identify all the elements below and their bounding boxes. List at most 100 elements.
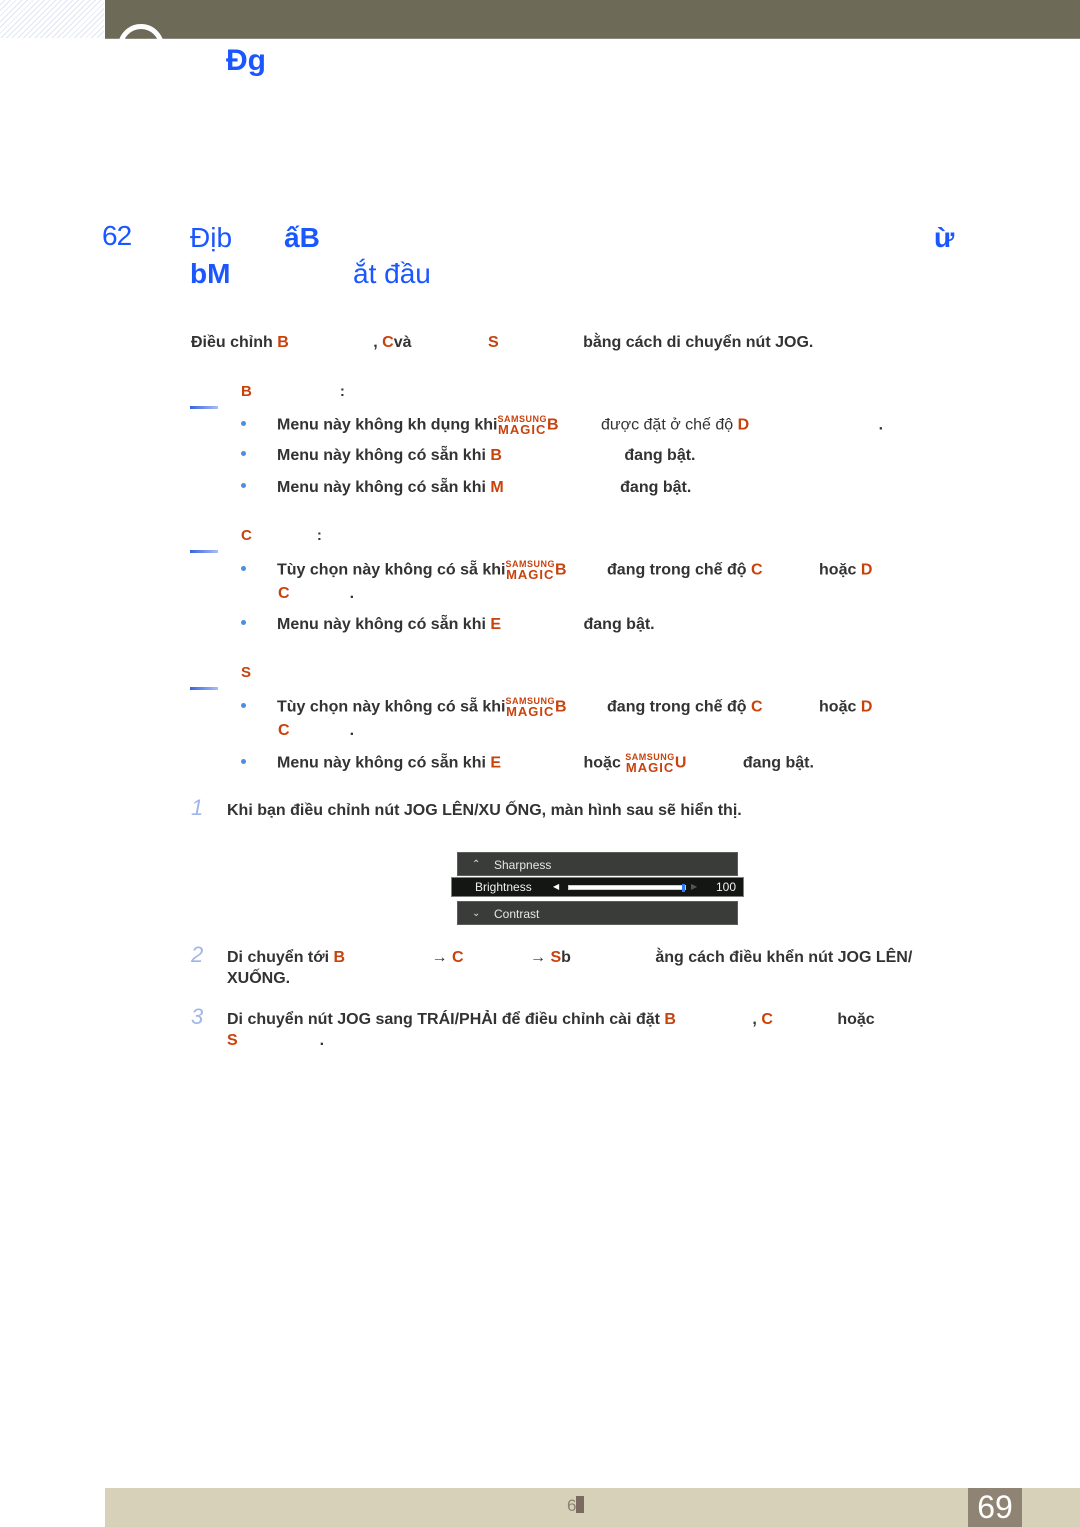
osd-item-contrast[interactable]: ⌄ Contrast — [457, 901, 738, 925]
samsung-magic-logo: SAMSUNG MAGIC — [625, 752, 675, 775]
step-text: Di chuyển nút JOG sang TRÁI/PHẢI để điều… — [227, 1011, 660, 1028]
bullet-icon — [241, 566, 246, 571]
footer-chapter-label: 6 — [567, 1496, 585, 1516]
highlight-term: B — [555, 698, 567, 716]
highlight-term: B — [664, 1011, 676, 1028]
highlight-term: E — [490, 616, 502, 633]
highlight-term: C — [278, 585, 290, 602]
section-title-part: ấB — [284, 222, 320, 253]
step-number: 3 — [191, 1004, 204, 1029]
bullet-text: hoặc — [819, 561, 857, 579]
highlight-term: C — [751, 698, 763, 716]
highlight-term: D — [737, 416, 750, 434]
bullet-icon — [241, 759, 246, 764]
section-title-part: ắt đầu — [353, 258, 431, 289]
intro-text: bằng cách di chuyển nút JOG. — [583, 334, 814, 351]
bullet-icon — [241, 421, 246, 426]
highlight-term: C — [278, 722, 290, 739]
step-2: 2 Di chuyển tới B → C → Sb ằng cách điều … — [191, 942, 912, 968]
osd-item-label: Sharpness — [494, 858, 552, 872]
bullet-text: . — [349, 585, 355, 602]
step-3: 3 Di chuyển nút JOG sang TRÁI/PHẢI để điề… — [191, 1004, 875, 1030]
intro-text: và — [393, 334, 412, 351]
arrow-icon: → — [530, 949, 546, 966]
samsung-magic-logo: SAMSUNG MAGIC — [505, 696, 555, 719]
footer-bar: 6 — [105, 1488, 1080, 1527]
osd-item-label: Contrast — [494, 907, 540, 921]
step-number: 2 — [191, 942, 204, 967]
highlight-term: D — [860, 561, 873, 579]
bullet-text: hoặc — [819, 698, 857, 716]
bullet-text: hoặc — [583, 754, 621, 772]
note-heading: B: — [241, 383, 345, 400]
highlight-term: C — [382, 334, 394, 351]
note-marker — [190, 687, 218, 690]
highlight-term: C — [451, 949, 464, 966]
intro-text: Điều chỉnh — [191, 334, 278, 351]
colon: : — [316, 527, 322, 544]
list-item: Tùy chọn này không có sẵ khi SAMSUNG MAGIC… — [241, 697, 872, 718]
highlight-term: S — [227, 1032, 238, 1049]
note-marker — [190, 550, 218, 553]
highlight-term: S — [550, 949, 562, 966]
step-1: 1 Khi bạn điều chỉnh nút JOG LÊN/XU ỐNG, … — [191, 795, 742, 821]
bullet-icon — [241, 703, 246, 708]
list-item: Menu này không có sẵn khi B đang bật. — [241, 447, 696, 465]
highlight-term: U — [674, 754, 687, 772]
bullet-text: Menu này không có sẵn khi — [277, 616, 486, 633]
brightness-slider[interactable] — [568, 884, 686, 892]
right-arrow-icon[interactable]: ▶ — [691, 878, 697, 896]
highlight-term: S — [487, 334, 499, 351]
bullet-icon — [241, 620, 246, 626]
slider-value: 100 — [715, 880, 736, 894]
list-item: Menu này không có sẵn khi E đang bật. — [241, 616, 655, 634]
step-2-continuation: XUỐNG. — [227, 970, 291, 987]
bullet-text: Tùy chọn này không có sẵ khi — [277, 698, 506, 716]
step-text: b — [561, 949, 571, 966]
bullet-text: Menu này không có sẵn khi — [277, 479, 486, 496]
bullet-text: đang bật. — [583, 616, 655, 633]
section-title-part: ừ — [934, 222, 955, 253]
bullet-icon — [241, 451, 246, 457]
slider-thumb[interactable] — [682, 884, 685, 892]
list-item: Tùy chọn này không có sẵ khi SAMSUNG MAGIC… — [241, 560, 872, 581]
list-item: Menu này không có sẵn khi M đang bật. — [241, 479, 691, 497]
bullet-text: . — [878, 416, 884, 434]
step-text: Khi bạn điều chỉnh nút JOG LÊN/XU ỐNG, m… — [227, 802, 742, 819]
section-title-part: Địb — [190, 222, 233, 253]
slider-fill — [569, 886, 685, 889]
header-bar — [105, 0, 1080, 39]
highlight-term: B — [241, 383, 252, 400]
list-item-continuation: C. — [278, 585, 354, 603]
chapter-circle-icon — [118, 24, 164, 42]
bullet-text: đang trong chế độ — [607, 561, 747, 579]
highlight-term: C — [761, 1011, 773, 1028]
bullet-text: Menu này không có sẵn khi — [277, 754, 486, 772]
osd-menu: ⌃ Sharpness ⌄ Contrast Brightness ◀ ▶ 10… — [451, 852, 744, 925]
step-3-continuation: S. — [227, 1032, 324, 1050]
left-arrow-icon[interactable]: ◀ — [553, 878, 559, 896]
bullet-text: Menu này không có sẵn khi — [277, 447, 486, 464]
bullet-text: được đặt ở chế độ — [600, 416, 734, 434]
highlight-term: B — [490, 447, 502, 464]
step-text: hoặc — [837, 1011, 875, 1028]
samsung-magic-logo: SAMSUNG MAGIC — [505, 559, 555, 582]
osd-item-sharpness[interactable]: ⌃ Sharpness — [457, 852, 738, 876]
osd-item-brightness[interactable]: Brightness ◀ ▶ 100 — [451, 877, 744, 897]
chevron-up-icon: ⌃ — [472, 859, 481, 870]
intro-text: , — [373, 334, 383, 351]
page-number: 69 — [968, 1488, 1022, 1527]
bullet-text: đang trong chế độ — [607, 698, 747, 716]
intro-paragraph: Điều chỉnh B , Cvà S bằng cách di chuyển… — [191, 334, 813, 352]
highlight-term: M — [490, 479, 504, 496]
note-heading: S — [241, 664, 251, 681]
list-item: Menu này không kh dụng khi SAMSUNG MAGIC B … — [241, 415, 883, 436]
highlight-term: B — [555, 561, 567, 579]
chapter-title: Đg — [226, 44, 266, 77]
arrow-icon: → — [431, 949, 448, 966]
highlight-term: B — [546, 416, 559, 434]
bullet-text: Tùy chọn này không có sẵ khi — [277, 561, 506, 579]
section-title-part: bM — [190, 258, 231, 289]
section-number: 62 — [102, 220, 132, 251]
step-text: Di chuyển tới — [227, 949, 330, 966]
